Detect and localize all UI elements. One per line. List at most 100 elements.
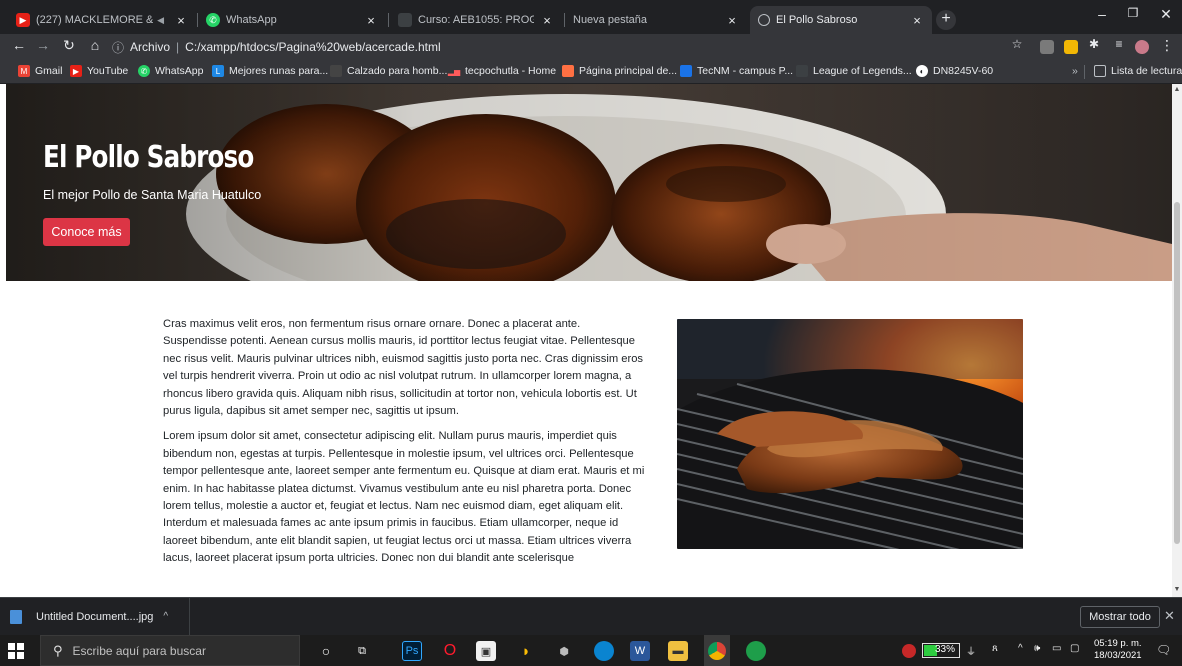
close-window-icon[interactable]: ✕ [1156, 6, 1176, 23]
word-icon[interactable]: W [630, 641, 650, 661]
info-icon[interactable]: ⓘ [112, 39, 124, 56]
home-icon[interactable]: ⌂ [86, 37, 104, 53]
star-icon[interactable]: ☆ [1008, 37, 1026, 51]
extension-icon[interactable] [1040, 40, 1054, 54]
windows-taskbar: ⚲ Escribe aquí para buscar ○ ⧉ Ps O ▣ ◗ … [0, 635, 1182, 666]
download-item[interactable]: Untitled Document....jpg ^ [0, 598, 190, 635]
bookmark-league[interactable]: League of Legends... [796, 65, 912, 77]
app-icon[interactable] [746, 641, 766, 661]
battery-percentage: 33% [935, 644, 956, 655]
reading-list-icon [1094, 65, 1106, 77]
app-icon[interactable]: ◗ [516, 641, 536, 661]
hero-image [6, 84, 1172, 281]
maximize-icon[interactable]: ❐ [1123, 6, 1143, 20]
tab-course[interactable]: Curso: AEB1055: PROGRAMACIÓ × [390, 6, 562, 34]
plug-icon[interactable]: ⏚ [966, 643, 976, 658]
whatsapp-icon: ✆ [138, 65, 150, 77]
antivirus-icon[interactable] [902, 644, 916, 658]
search-placeholder: Escribe aquí para buscar [72, 643, 206, 658]
about-content: Cras maximus velit eros, non fermentum r… [163, 316, 1023, 576]
taskbar-clock[interactable]: 05:19 p. m. 18/03/2021 [1094, 638, 1142, 662]
menu-icon[interactable]: ⋮ [1158, 37, 1176, 54]
new-tab-button[interactable]: + [936, 10, 956, 30]
cortana-icon[interactable]: ○ [316, 641, 336, 661]
scroll-up-icon[interactable]: ▲ [1173, 86, 1181, 93]
vertical-scrollbar[interactable]: ▲ ▼ [1172, 84, 1182, 597]
pen-icon[interactable]: ጸ [992, 643, 998, 654]
page-viewport: El Pollo Sabroso El mejor Pollo de Santa… [0, 84, 1172, 597]
whatsapp-icon: ✆ [206, 13, 220, 27]
bookmark-pagina-principal[interactable]: Página principal de... [562, 65, 677, 77]
volume-icon[interactable]: 🕪 [1034, 643, 1040, 654]
tab-title: El Pollo Sabroso [776, 14, 858, 26]
conoce-mas-button[interactable]: Conoce más [43, 218, 130, 246]
scroll-thumb[interactable] [1174, 202, 1180, 544]
bookmark-calzado[interactable]: Calzado para homb... [330, 65, 447, 77]
chevron-up-icon[interactable]: ^ [163, 611, 168, 622]
back-icon[interactable]: ← [10, 37, 28, 53]
download-shelf: Untitled Document....jpg ^ Mostrar todo … [0, 597, 1182, 635]
tab-new-tab[interactable]: Nueva pestaña × [565, 6, 747, 34]
bookmark-icon: L [212, 65, 224, 77]
bookmark-tecnm[interactable]: TecNM - campus P... [680, 65, 793, 77]
bookmark-icon [562, 65, 574, 77]
network-icon[interactable]: ▭ [1052, 643, 1061, 654]
opera-icon[interactable]: O [440, 641, 460, 661]
close-tab-icon[interactable]: × [725, 13, 739, 28]
address-bar[interactable]: ⓘ Archivo | C:/xampp/htdocs/Pagina%20web… [112, 36, 1032, 58]
windows-start-icon[interactable] [8, 643, 24, 659]
task-view-icon[interactable]: ⧉ [352, 641, 372, 661]
speaker-icon[interactable]: ◀ [157, 15, 164, 26]
file-explorer-icon[interactable]: ▬ [668, 641, 688, 661]
edge-icon[interactable] [594, 641, 614, 661]
more-bookmarks-icon[interactable]: » [1072, 65, 1078, 77]
close-tab-icon[interactable]: × [364, 13, 378, 28]
scroll-down-icon[interactable]: ▼ [1173, 586, 1181, 593]
tray-expand-icon[interactable]: ^ [1018, 643, 1023, 654]
minimize-icon[interactable]: – [1092, 6, 1112, 22]
tab-youtube[interactable]: ▶ (227) MACKLEMORE & RYAN ◀ × [8, 6, 196, 34]
tab-el-pollo-sabroso[interactable]: El Pollo Sabroso × [750, 6, 932, 34]
chrome-icon [708, 641, 726, 660]
bookmark-icon [796, 65, 808, 77]
show-all-button[interactable]: Mostrar todo [1080, 606, 1160, 628]
notifications-icon[interactable]: 🗨 [1156, 643, 1171, 657]
profile-avatar[interactable] [1135, 40, 1149, 54]
address-url: C:/xampp/htdocs/Pagina%20web/acercade.ht… [185, 40, 441, 54]
photoshop-icon[interactable]: Ps [402, 641, 422, 661]
bookmark-runas[interactable]: L Mejores runas para... [212, 65, 328, 77]
bookmark-youtube[interactable]: ▶ YouTube [70, 65, 128, 77]
close-tab-icon[interactable]: × [174, 13, 188, 28]
chat-icon[interactable]: ▢ [1070, 643, 1079, 654]
bookmark-gmail[interactable]: M Gmail [18, 65, 62, 77]
tab-whatsapp[interactable]: ✆ WhatsApp × [198, 6, 386, 34]
chrome-taskbar-button[interactable] [704, 635, 730, 666]
app-icon[interactable]: ⬢ [554, 641, 574, 661]
battery-indicator[interactable]: 33% [922, 643, 960, 658]
bookmark-whatsapp[interactable]: ✆ WhatsApp [138, 65, 203, 77]
youtube-icon: ▶ [70, 65, 82, 77]
forward-icon[interactable]: → [34, 37, 52, 53]
bookmark-dn8245v[interactable]: ◐ DN8245V-60 [916, 65, 993, 77]
image-file-icon [10, 609, 22, 624]
close-shelf-icon[interactable]: ✕ [1164, 608, 1175, 624]
taskbar-search[interactable]: ⚲ Escribe aquí para buscar [40, 635, 300, 666]
reading-list-button[interactable]: Lista de lectura [1094, 65, 1182, 77]
hero-title: El Pollo Sabroso [43, 140, 254, 175]
address-scheme: Archivo [130, 40, 171, 54]
browser-toolbar: ← → ↻ ⌂ ⓘ Archivo | C:/xampp/htdocs/Pagi… [0, 34, 1182, 60]
reload-icon[interactable]: ↻ [60, 37, 78, 54]
tab-title: Nueva pestaña [573, 14, 647, 26]
reading-list-icon[interactable]: ≡ [1110, 37, 1128, 51]
gmail-icon: M [18, 65, 30, 77]
bars-icon: ▂▅ [447, 66, 461, 76]
extensions-puzzle-icon[interactable]: ✱ [1085, 37, 1103, 51]
close-tab-icon[interactable]: × [540, 13, 554, 28]
grilled-chicken-image [677, 319, 1023, 549]
close-tab-icon[interactable]: × [910, 13, 924, 28]
bookmark-tecpochutla[interactable]: ▂▅ tecpochutla - Home [448, 65, 556, 77]
screen: ▶ (227) MACKLEMORE & RYAN ◀ × ✆ WhatsApp… [0, 0, 1182, 666]
store-icon[interactable]: ▣ [476, 641, 496, 661]
extension-icon[interactable] [1064, 40, 1078, 54]
hero-banner: El Pollo Sabroso El mejor Pollo de Santa… [6, 84, 1172, 281]
